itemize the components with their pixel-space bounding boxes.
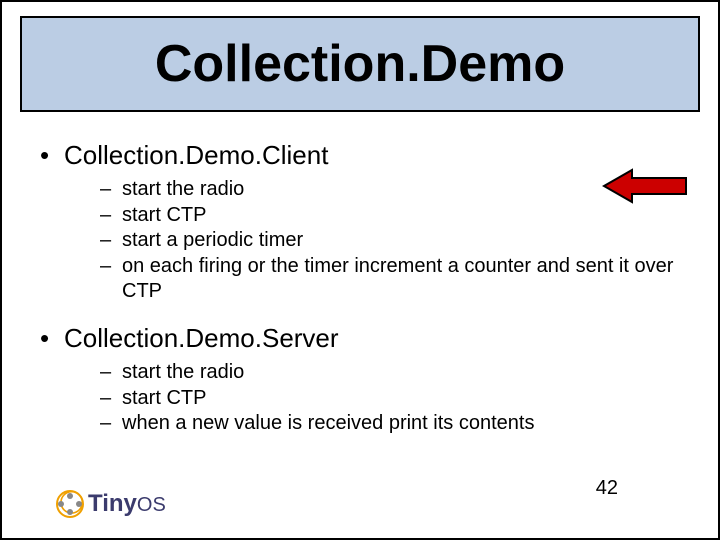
title-band: Collection.Demo xyxy=(20,16,700,112)
list-item-text: start the radio xyxy=(122,360,680,386)
arrow-shape xyxy=(604,170,686,202)
list-item-text: start CTP xyxy=(122,203,680,229)
section-heading-server: • Collection.Demo.Server xyxy=(40,323,680,354)
slide-title: Collection.Demo xyxy=(155,34,565,94)
dash-icon: – xyxy=(100,254,122,305)
arrow-left-icon xyxy=(602,168,688,209)
slide: Collection.Demo • Collection.Demo.Client… xyxy=(0,0,720,540)
section-server-items: – start the radio – start CTP – when a n… xyxy=(100,360,680,437)
list-item: – start a periodic timer xyxy=(100,228,680,254)
list-item-text: start the radio xyxy=(122,177,680,203)
page-number: 42 xyxy=(596,477,618,500)
list-item: – start CTP xyxy=(100,386,680,412)
list-item: – start the radio xyxy=(100,177,680,203)
logo-suffix: OS xyxy=(137,494,166,516)
section-heading-client: • Collection.Demo.Client xyxy=(40,140,680,171)
section-client-items: – start the radio – start CTP – start a … xyxy=(100,177,680,305)
list-item: – start CTP xyxy=(100,203,680,229)
dash-icon: – xyxy=(100,360,122,386)
dash-icon: – xyxy=(100,386,122,412)
section-heading-text: Collection.Demo.Server xyxy=(64,323,339,354)
tinyos-logo: TinyOS xyxy=(56,490,166,518)
logo-text: TinyOS xyxy=(88,490,166,518)
list-item-text: when a new value is received print its c… xyxy=(122,411,680,437)
dash-icon: – xyxy=(100,177,122,203)
list-item: – start the radio xyxy=(100,360,680,386)
logo-prefix: Tiny xyxy=(88,490,137,517)
slide-body: • Collection.Demo.Client – start the rad… xyxy=(2,112,718,437)
list-item-text: start CTP xyxy=(122,386,680,412)
list-item: – on each firing or the timer increment … xyxy=(100,254,680,305)
bullet-icon: • xyxy=(40,140,64,171)
list-item-text: on each firing or the timer increment a … xyxy=(122,254,680,305)
list-item: – when a new value is received print its… xyxy=(100,411,680,437)
section-heading-text: Collection.Demo.Client xyxy=(64,140,328,171)
dash-icon: – xyxy=(100,411,122,437)
bullet-icon: • xyxy=(40,323,64,354)
dash-icon: – xyxy=(100,228,122,254)
dash-icon: – xyxy=(100,203,122,229)
logo-mark-icon xyxy=(56,490,84,518)
list-item-text: start a periodic timer xyxy=(122,228,680,254)
